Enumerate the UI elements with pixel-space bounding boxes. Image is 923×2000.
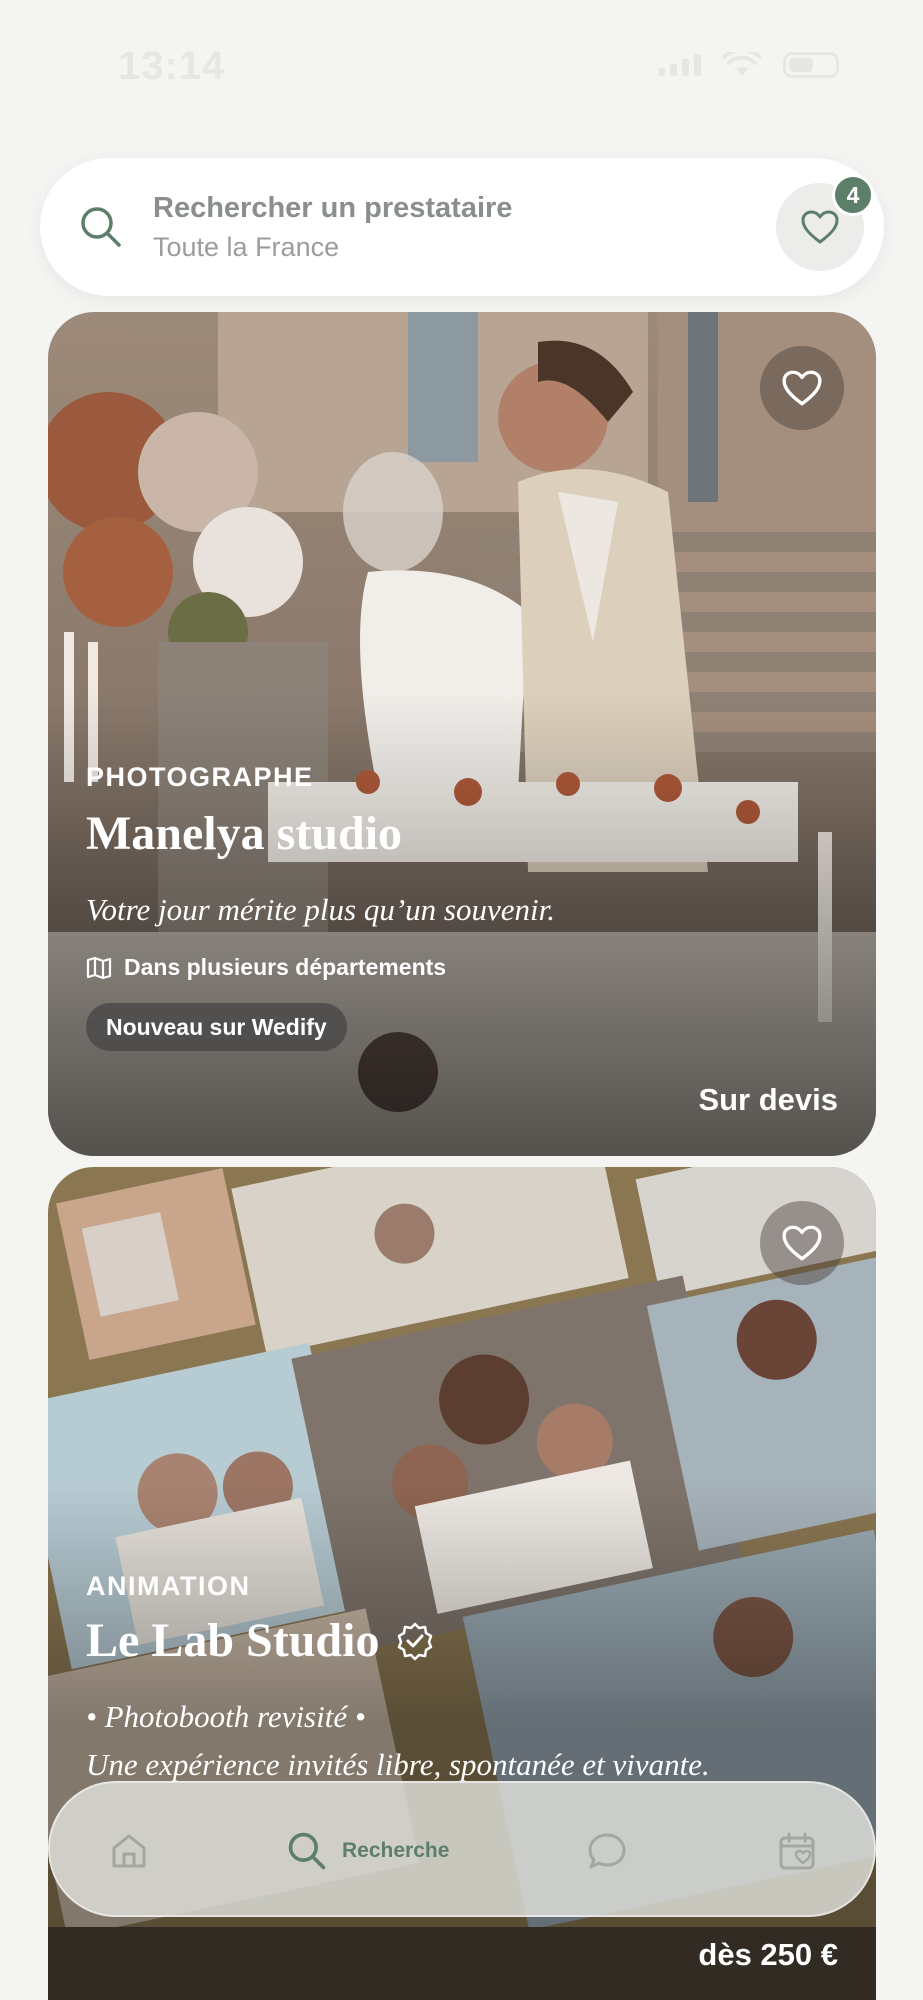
provider-location-text: Dans plusieurs départements <box>124 954 447 980</box>
provider-price: dès 250 € <box>698 1937 838 1972</box>
heart-icon <box>782 1225 822 1261</box>
favorite-button[interactable] <box>760 346 844 430</box>
tab-bar: Recherche <box>48 1781 876 1917</box>
heart-icon <box>782 370 822 406</box>
search-icon <box>81 207 121 247</box>
search-title: Rechercher un prestataire <box>153 192 513 224</box>
status-icons <box>658 52 839 78</box>
home-icon <box>112 1834 146 1868</box>
verified-badge-icon <box>398 1622 433 1660</box>
search-bar[interactable]: Rechercher un prestataire Toute la Franc… <box>40 158 884 296</box>
heart-icon <box>801 210 839 244</box>
provider-price: Sur devis <box>698 1082 838 1117</box>
search-location: Toute la France <box>153 232 340 262</box>
status-time: 13:14 <box>118 44 226 88</box>
battery-icon <box>783 52 839 78</box>
provider-card[interactable]: PHOTOGRAPHE Manelya studio Votre jour mé… <box>48 312 876 1156</box>
wifi-icon <box>723 52 761 76</box>
provider-name-text: Manelya studio <box>86 807 403 860</box>
favorite-button[interactable] <box>760 1201 844 1285</box>
provider-location: Dans plusieurs départements <box>86 954 446 981</box>
provider-category: PHOTOGRAPHE <box>86 762 314 792</box>
new-provider-badge: Nouveau sur Wedify <box>86 1003 347 1051</box>
provider-name: Manelya studio <box>86 806 402 861</box>
tab-calendar[interactable] <box>776 1783 818 1919</box>
signal-icon <box>658 54 701 76</box>
provider-tagline: • Photobooth revisité • Une expérience i… <box>86 1693 710 1789</box>
tab-messages[interactable] <box>586 1783 628 1919</box>
calendar-heart-icon <box>779 1832 815 1870</box>
search-icon <box>288 1832 326 1870</box>
tab-search-label: Recherche <box>342 1839 450 1862</box>
provider-tagline: Votre jour mérite plus qu’un souvenir. <box>86 892 555 927</box>
tab-search[interactable]: Recherche <box>286 1783 449 1919</box>
provider-tagline-line: • Photobooth revisité • <box>86 1699 366 1734</box>
provider-category: ANIMATION <box>86 1571 251 1601</box>
provider-name: Le Lab Studio <box>86 1613 435 1668</box>
tab-home[interactable] <box>108 1783 150 1919</box>
provider-name-text: Le Lab Studio <box>86 1614 380 1667</box>
map-icon <box>86 956 112 979</box>
chat-bubble-icon <box>588 1833 626 1869</box>
favorites-count-badge: 4 <box>832 174 874 216</box>
status-bar: 13:14 <box>0 0 923 135</box>
